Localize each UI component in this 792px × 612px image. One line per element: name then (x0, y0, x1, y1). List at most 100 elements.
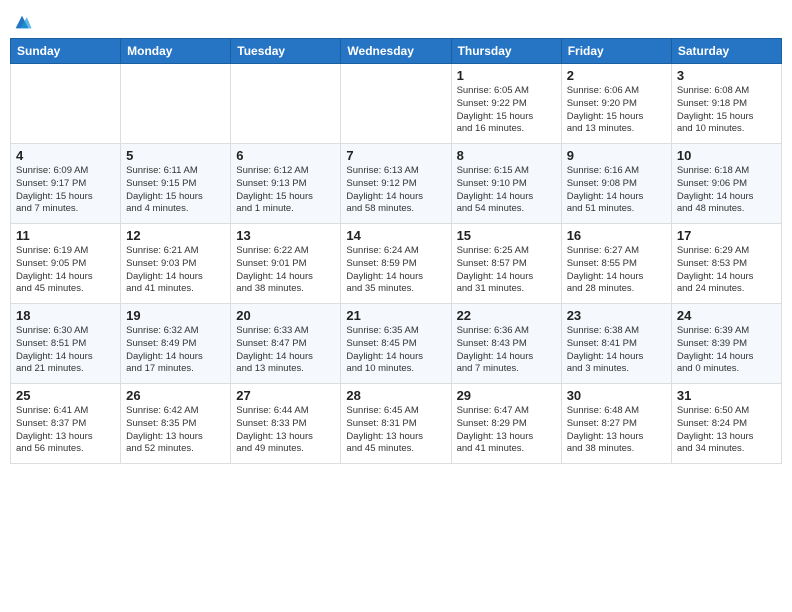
day-number: 19 (126, 308, 225, 323)
calendar-cell: 24 Sunrise: 6:39 AM Sunset: 8:39 PM Dayli… (671, 304, 781, 384)
calendar-body: 1Sunrise: 6:05 AM Sunset: 9:22 PM Daylig… (11, 64, 782, 464)
day-number: 14 (346, 228, 445, 243)
weekday-header-thursday: Thursday (451, 39, 561, 64)
calendar-cell (231, 64, 341, 144)
day-number: 5 (126, 148, 225, 163)
day-number: 16 (567, 228, 666, 243)
day-info: Sunrise: 6:18 AM Sunset: 9:06 PM Dayligh… (677, 165, 776, 216)
calendar-header: SundayMondayTuesdayWednesdayThursdayFrid… (11, 39, 782, 64)
calendar-cell: 1Sunrise: 6:05 AM Sunset: 9:22 PM Daylig… (451, 64, 561, 144)
day-number: 2 (567, 68, 666, 83)
calendar-cell (341, 64, 451, 144)
day-number: 29 (457, 388, 556, 403)
day-number: 24 (677, 308, 776, 323)
calendar-cell: 11 Sunrise: 6:19 AM Sunset: 9:05 PM Dayli… (11, 224, 121, 304)
calendar-cell: 18Sunrise: 6:30 AM Sunset: 8:51 PM Dayli… (11, 304, 121, 384)
calendar-cell: 8Sunrise: 6:15 AM Sunset: 9:10 PM Daylig… (451, 144, 561, 224)
weekday-header-sunday: Sunday (11, 39, 121, 64)
calendar-cell: 13 Sunrise: 6:22 AM Sunset: 9:01 PM Dayli… (231, 224, 341, 304)
calendar-cell: 15 Sunrise: 6:25 AM Sunset: 8:57 PM Dayli… (451, 224, 561, 304)
calendar-cell: 25 Sunrise: 6:41 AM Sunset: 8:37 PM Dayli… (11, 384, 121, 464)
day-number: 26 (126, 388, 225, 403)
weekday-header-monday: Monday (121, 39, 231, 64)
day-number: 3 (677, 68, 776, 83)
calendar-cell: 23 Sunrise: 6:38 AM Sunset: 8:41 PM Dayli… (561, 304, 671, 384)
day-number: 13 (236, 228, 335, 243)
day-info: Sunrise: 6:35 AM Sunset: 8:45 PM Dayligh… (346, 325, 445, 376)
calendar-cell: 3 Sunrise: 6:08 AM Sunset: 9:18 PM Daylig… (671, 64, 781, 144)
day-info: Sunrise: 6:16 AM Sunset: 9:08 PM Dayligh… (567, 165, 666, 216)
calendar-cell: 2 Sunrise: 6:06 AM Sunset: 9:20 PM Daylig… (561, 64, 671, 144)
calendar-cell: 19 Sunrise: 6:32 AM Sunset: 8:49 PM Dayli… (121, 304, 231, 384)
calendar-cell: 21 Sunrise: 6:35 AM Sunset: 8:45 PM Dayli… (341, 304, 451, 384)
day-number: 8 (457, 148, 556, 163)
day-info: Sunrise: 6:38 AM Sunset: 8:41 PM Dayligh… (567, 325, 666, 376)
day-info: Sunrise: 6:12 AM Sunset: 9:13 PM Dayligh… (236, 165, 335, 216)
day-number: 31 (677, 388, 776, 403)
day-info: Sunrise: 6:11 AM Sunset: 9:15 PM Dayligh… (126, 165, 225, 216)
calendar-cell: 31 Sunrise: 6:50 AM Sunset: 8:24 PM Dayli… (671, 384, 781, 464)
calendar-cell: 29 Sunrise: 6:47 AM Sunset: 8:29 PM Dayli… (451, 384, 561, 464)
day-info: Sunrise: 6:42 AM Sunset: 8:35 PM Dayligh… (126, 405, 225, 456)
day-info: Sunrise: 6:25 AM Sunset: 8:57 PM Dayligh… (457, 245, 556, 296)
calendar-cell: 7 Sunrise: 6:13 AM Sunset: 9:12 PM Daylig… (341, 144, 451, 224)
day-info: Sunrise: 6:41 AM Sunset: 8:37 PM Dayligh… (16, 405, 115, 456)
day-info: Sunrise: 6:24 AM Sunset: 8:59 PM Dayligh… (346, 245, 445, 296)
day-number: 21 (346, 308, 445, 323)
day-info: Sunrise: 6:50 AM Sunset: 8:24 PM Dayligh… (677, 405, 776, 456)
calendar-cell: 10Sunrise: 6:18 AM Sunset: 9:06 PM Dayli… (671, 144, 781, 224)
day-number: 1 (457, 68, 556, 83)
day-number: 27 (236, 388, 335, 403)
day-info: Sunrise: 6:47 AM Sunset: 8:29 PM Dayligh… (457, 405, 556, 456)
calendar-week-row: 4Sunrise: 6:09 AM Sunset: 9:17 PM Daylig… (11, 144, 782, 224)
day-info: Sunrise: 6:36 AM Sunset: 8:43 PM Dayligh… (457, 325, 556, 376)
calendar-week-row: 18Sunrise: 6:30 AM Sunset: 8:51 PM Dayli… (11, 304, 782, 384)
day-number: 12 (126, 228, 225, 243)
calendar-cell: 22 Sunrise: 6:36 AM Sunset: 8:43 PM Dayli… (451, 304, 561, 384)
weekday-header-friday: Friday (561, 39, 671, 64)
day-info: Sunrise: 6:33 AM Sunset: 8:47 PM Dayligh… (236, 325, 335, 376)
day-info: Sunrise: 6:06 AM Sunset: 9:20 PM Dayligh… (567, 85, 666, 136)
day-info: Sunrise: 6:44 AM Sunset: 8:33 PM Dayligh… (236, 405, 335, 456)
day-info: Sunrise: 6:22 AM Sunset: 9:01 PM Dayligh… (236, 245, 335, 296)
weekday-header-row: SundayMondayTuesdayWednesdayThursdayFrid… (11, 39, 782, 64)
day-number: 23 (567, 308, 666, 323)
calendar-week-row: 1Sunrise: 6:05 AM Sunset: 9:22 PM Daylig… (11, 64, 782, 144)
page-header (10, 10, 782, 30)
day-number: 17 (677, 228, 776, 243)
weekday-header-saturday: Saturday (671, 39, 781, 64)
day-info: Sunrise: 6:13 AM Sunset: 9:12 PM Dayligh… (346, 165, 445, 216)
day-number: 22 (457, 308, 556, 323)
day-number: 15 (457, 228, 556, 243)
day-number: 7 (346, 148, 445, 163)
day-info: Sunrise: 6:32 AM Sunset: 8:49 PM Dayligh… (126, 325, 225, 376)
logo-icon (12, 14, 32, 30)
calendar-table: SundayMondayTuesdayWednesdayThursdayFrid… (10, 38, 782, 464)
calendar-cell: 4Sunrise: 6:09 AM Sunset: 9:17 PM Daylig… (11, 144, 121, 224)
calendar-cell: 9 Sunrise: 6:16 AM Sunset: 9:08 PM Daylig… (561, 144, 671, 224)
calendar-cell: 26 Sunrise: 6:42 AM Sunset: 8:35 PM Dayli… (121, 384, 231, 464)
calendar-cell: 16Sunrise: 6:27 AM Sunset: 8:55 PM Dayli… (561, 224, 671, 304)
calendar-week-row: 11 Sunrise: 6:19 AM Sunset: 9:05 PM Dayli… (11, 224, 782, 304)
day-info: Sunrise: 6:30 AM Sunset: 8:51 PM Dayligh… (16, 325, 115, 376)
day-info: Sunrise: 6:19 AM Sunset: 9:05 PM Dayligh… (16, 245, 115, 296)
calendar-cell (11, 64, 121, 144)
day-number: 28 (346, 388, 445, 403)
day-number: 11 (16, 228, 115, 243)
calendar-week-row: 25 Sunrise: 6:41 AM Sunset: 8:37 PM Dayli… (11, 384, 782, 464)
day-number: 20 (236, 308, 335, 323)
calendar-cell: 14 Sunrise: 6:24 AM Sunset: 8:59 PM Dayli… (341, 224, 451, 304)
day-number: 30 (567, 388, 666, 403)
day-number: 25 (16, 388, 115, 403)
calendar-cell: 27 Sunrise: 6:44 AM Sunset: 8:33 PM Dayli… (231, 384, 341, 464)
day-number: 9 (567, 148, 666, 163)
calendar-cell: 30Sunrise: 6:48 AM Sunset: 8:27 PM Dayli… (561, 384, 671, 464)
calendar-cell: 20 Sunrise: 6:33 AM Sunset: 8:47 PM Dayli… (231, 304, 341, 384)
day-info: Sunrise: 6:21 AM Sunset: 9:03 PM Dayligh… (126, 245, 225, 296)
day-info: Sunrise: 6:08 AM Sunset: 9:18 PM Dayligh… (677, 85, 776, 136)
calendar-cell: 6Sunrise: 6:12 AM Sunset: 9:13 PM Daylig… (231, 144, 341, 224)
calendar-cell: 28Sunrise: 6:45 AM Sunset: 8:31 PM Dayli… (341, 384, 451, 464)
calendar-cell: 5 Sunrise: 6:11 AM Sunset: 9:15 PM Daylig… (121, 144, 231, 224)
day-info: Sunrise: 6:39 AM Sunset: 8:39 PM Dayligh… (677, 325, 776, 376)
day-info: Sunrise: 6:09 AM Sunset: 9:17 PM Dayligh… (16, 165, 115, 216)
